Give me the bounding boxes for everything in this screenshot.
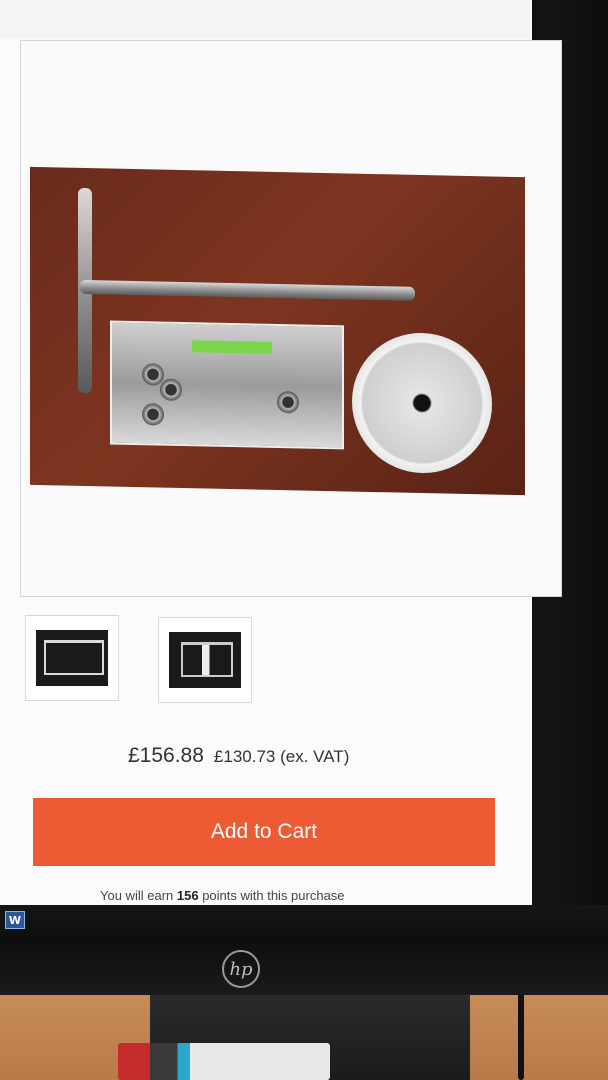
thumbnail-image bbox=[36, 630, 108, 686]
bolt bbox=[160, 378, 182, 401]
points-prefix: You will earn bbox=[100, 888, 174, 903]
bolt bbox=[277, 390, 299, 414]
product-price: £156.88 bbox=[128, 744, 204, 767]
steel-block bbox=[110, 320, 344, 450]
bolt bbox=[142, 363, 164, 386]
product-thumbnail-2[interactable] bbox=[158, 617, 252, 703]
steel-disc bbox=[352, 331, 492, 475]
monitor-cable bbox=[518, 990, 524, 1080]
points-value: 156 bbox=[176, 888, 199, 903]
hp-logo-icon: hp bbox=[222, 950, 260, 988]
word-app-icon[interactable]: W bbox=[5, 911, 25, 929]
green-tape bbox=[192, 340, 272, 354]
monitor-bezel-bottom bbox=[0, 905, 608, 995]
product-main-image[interactable] bbox=[30, 166, 525, 496]
web-page-screen: £156.88 £130.73 (ex. VAT) Add to Cart You… bbox=[0, 0, 562, 905]
thumbnail-image bbox=[169, 632, 241, 688]
pencil-box bbox=[118, 1043, 330, 1080]
page-top-strip bbox=[0, 0, 530, 38]
reward-points-note: You will earn 156 points with this purch… bbox=[100, 888, 345, 903]
t-handle-horizontal bbox=[80, 279, 415, 301]
add-to-cart-button[interactable]: Add to Cart bbox=[33, 798, 495, 866]
product-price-ex-vat: £130.73 (ex. VAT) bbox=[213, 747, 350, 766]
bolt bbox=[142, 403, 164, 426]
product-thumbnail-1[interactable] bbox=[25, 615, 119, 701]
price-row: £156.88 £130.73 (ex. VAT) bbox=[128, 744, 428, 768]
points-suffix: points with this purchase bbox=[202, 888, 345, 903]
